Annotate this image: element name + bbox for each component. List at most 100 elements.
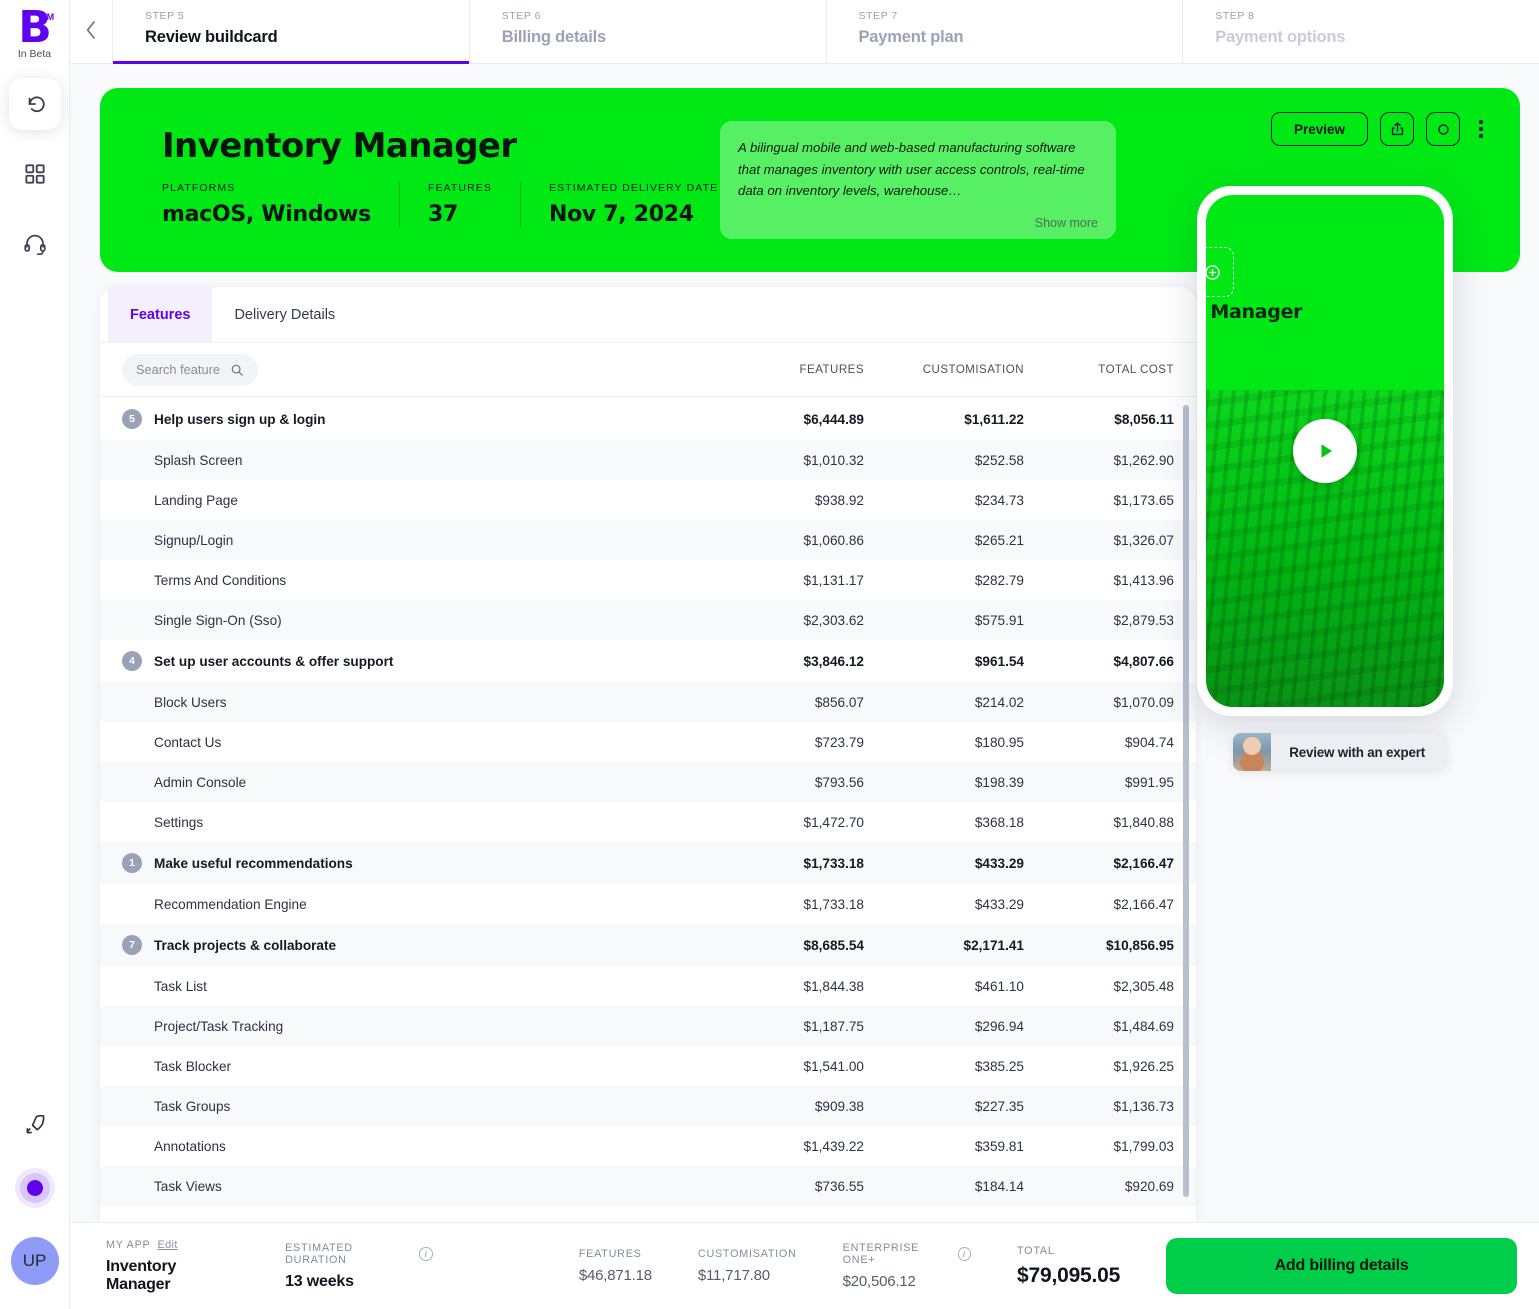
add-billing-details-button[interactable]: Add billing details	[1166, 1238, 1517, 1294]
phone-preview[interactable]: y Manager	[1197, 186, 1453, 716]
status-dot-icon[interactable]	[19, 1173, 50, 1203]
table-row[interactable]: Admin Console $793.56 $198.39 $991.95	[100, 762, 1196, 802]
row-total-cost: $920.69	[1124, 1178, 1174, 1194]
add-logo-placeholder[interactable]	[1206, 247, 1234, 297]
footer-app-name: Inventory Manager	[106, 1257, 177, 1293]
row-label: Track projects & collaborate	[154, 937, 337, 953]
row-customisation-cost: $252.58	[974, 452, 1024, 468]
table-row-group[interactable]: 7 Track projects & collaborate $8,685.54 $2…	[100, 924, 1196, 966]
sidebar-item-undo[interactable]	[8, 78, 61, 130]
review-with-expert-button[interactable]: Review with an expert	[1233, 733, 1447, 771]
table-header: Search feature FEATURES CUSTOMISATION TO…	[100, 343, 1196, 397]
row-label: Contact Us	[154, 734, 222, 750]
my-app-label: MY APP	[106, 1238, 151, 1251]
table-row[interactable]: Task Views $736.55 $184.14 $920.69	[100, 1166, 1196, 1206]
row-label: Project/Task Tracking	[154, 1018, 284, 1034]
row-name-cell: 4 Set up user accounts & offer support	[122, 651, 714, 671]
avatar[interactable]: UP	[10, 1237, 59, 1285]
customisation-label: CUSTOMISATION	[697, 1248, 797, 1260]
expert-label: Review with an expert	[1289, 744, 1425, 760]
brand-logo[interactable]: B TM In Beta	[18, 6, 54, 61]
column-header-customisation: CUSTOMISATION	[922, 363, 1024, 376]
row-customisation-cost: $433.29	[974, 896, 1024, 912]
share-button[interactable]	[1380, 112, 1414, 146]
refresh-button[interactable]	[1426, 112, 1460, 146]
info-icon[interactable]: i	[957, 1247, 972, 1261]
hero-stat-value: Nov 7, 2024	[548, 202, 694, 227]
grid-icon	[24, 164, 45, 184]
row-features-cost: $723.79	[814, 734, 864, 750]
tab-delivery-details[interactable]: Delivery Details	[212, 287, 357, 343]
play-button[interactable]	[1293, 419, 1357, 483]
row-total-cost: $10,856.95	[1105, 937, 1174, 953]
row-name-cell: Contact Us	[122, 735, 714, 750]
row-label: Single Sign-On (Sso)	[154, 612, 282, 628]
step-5-review-buildcard[interactable]: STEP 5 Review buildcard	[112, 0, 469, 64]
hero-stat-label: ESTIMATED DELIVERY DATE	[548, 182, 719, 194]
footer-customisation: CUSTOMISATION $11,717.80	[698, 1248, 843, 1284]
row-name-cell: 1 Make useful recommendations	[122, 853, 714, 873]
feature-count-badge: 5	[122, 409, 142, 429]
row-features-cost: $856.07	[814, 694, 864, 710]
step-6-billing-details[interactable]: STEP 6 Billing details	[468, 0, 826, 63]
sidebar-item-support[interactable]	[9, 218, 61, 270]
row-customisation-cost: $198.39	[974, 774, 1024, 790]
table-row[interactable]: Annotations $1,439.22 $359.81 $1,799.03	[100, 1126, 1196, 1166]
table-row[interactable]: Block Users $856.07 $214.02 $1,070.09	[100, 682, 1196, 722]
row-name-cell: Admin Console	[122, 775, 714, 790]
info-icon[interactable]: i	[419, 1246, 433, 1261]
row-name-cell: 5 Help users sign up & login	[122, 409, 714, 429]
edit-link[interactable]: Edit	[158, 1239, 178, 1251]
step-title: Payment options	[1215, 28, 1346, 46]
row-customisation-cost: $184.14	[974, 1178, 1024, 1194]
row-features-cost: $3,846.12	[803, 653, 864, 669]
table-row[interactable]: Single Sign-On (Sso) $2,303.62 $575.91 $2,8…	[100, 600, 1196, 640]
search-input[interactable]: Search feature	[122, 353, 258, 386]
footer-total-value: $79,095.05	[1017, 1263, 1121, 1287]
table-scrollbar[interactable]	[1183, 405, 1189, 1197]
summary-footer: MY APP Edit Inventory Manager ESTIMATED …	[70, 1222, 1539, 1309]
feature-count-badge: 4	[122, 651, 142, 671]
sidebar-item-apps[interactable]	[9, 148, 61, 200]
show-more-link[interactable]: Show more	[1035, 216, 1098, 230]
row-total-cost: $1,326.07	[1113, 532, 1174, 548]
table-row[interactable]: Task List $1,844.38 $461.10 $2,305.48	[100, 966, 1196, 1006]
table-row[interactable]: Task Groups $909.38 $227.35 $1,136.73	[100, 1086, 1196, 1126]
row-label: Task Groups	[154, 1098, 231, 1114]
table-row[interactable]: Project/Task Tracking $1,187.75 $296.94 $1,…	[100, 1006, 1196, 1046]
back-button[interactable]	[70, 0, 112, 63]
search-icon	[231, 364, 243, 376]
table-row[interactable]: Landing Page $938.92 $234.73 $1,173.65	[100, 480, 1196, 520]
hero-actions: Preview	[1270, 112, 1490, 146]
row-customisation-cost: $1,611.22	[964, 411, 1024, 427]
table-row-group[interactable]: 4 Set up user accounts & offer support $3,…	[100, 640, 1196, 682]
share-icon	[1391, 121, 1403, 135]
table-row[interactable]: Signup/Login $1,060.86 $265.21 $1,326.07	[100, 520, 1196, 560]
table-row[interactable]: Task Blocker $1,541.00 $385.25 $1,926.25	[100, 1046, 1196, 1086]
table-row[interactable]: Contact Us $723.79 $180.95 $904.74	[100, 722, 1196, 762]
row-label: Set up user accounts & offer support	[154, 653, 394, 669]
more-options-button[interactable]	[1472, 120, 1490, 138]
sidebar-item-launch[interactable]	[9, 1099, 61, 1151]
row-total-cost: $1,070.09	[1113, 694, 1174, 710]
table-row[interactable]: Settings $1,472.70 $368.18 $1,840.88	[100, 802, 1196, 842]
row-name-cell: Single Sign-On (Sso)	[122, 613, 714, 628]
table-row-group[interactable]: 1 Make useful recommendations $1,733.18 $43…	[100, 842, 1196, 884]
table-row[interactable]: Recommendation Engine $1,733.18 $433.29 $2,…	[100, 884, 1196, 924]
table-row[interactable]: Splash Screen $1,010.32 $252.58 $1,262.90	[100, 440, 1196, 480]
column-header-total-cost: TOTAL COST	[1098, 363, 1174, 376]
table-row-group[interactable]: 5 Help users sign up & login $6,444.89 $1,6…	[100, 398, 1196, 440]
buildcard-description: A bilingual mobile and web-based manufac…	[720, 121, 1116, 239]
circle-icon	[1437, 123, 1449, 135]
row-total-cost: $8,056.11	[1114, 411, 1174, 427]
preview-button[interactable]: Preview	[1270, 112, 1368, 146]
row-name-cell: Task List	[122, 979, 714, 994]
row-features-cost: $1,131.17	[803, 572, 864, 588]
step-7-payment-plan[interactable]: STEP 7 Payment plan	[825, 0, 1183, 63]
phone-screen: y Manager	[1206, 195, 1444, 707]
step-8-payment-options[interactable]: STEP 8 Payment options	[1182, 0, 1539, 63]
row-customisation-cost: $214.02	[974, 694, 1024, 710]
tab-features[interactable]: Features	[108, 287, 213, 343]
row-features-cost: $1,439.22	[803, 1138, 864, 1154]
table-row[interactable]: Terms And Conditions $1,131.17 $282.79 $1,4…	[100, 560, 1196, 600]
